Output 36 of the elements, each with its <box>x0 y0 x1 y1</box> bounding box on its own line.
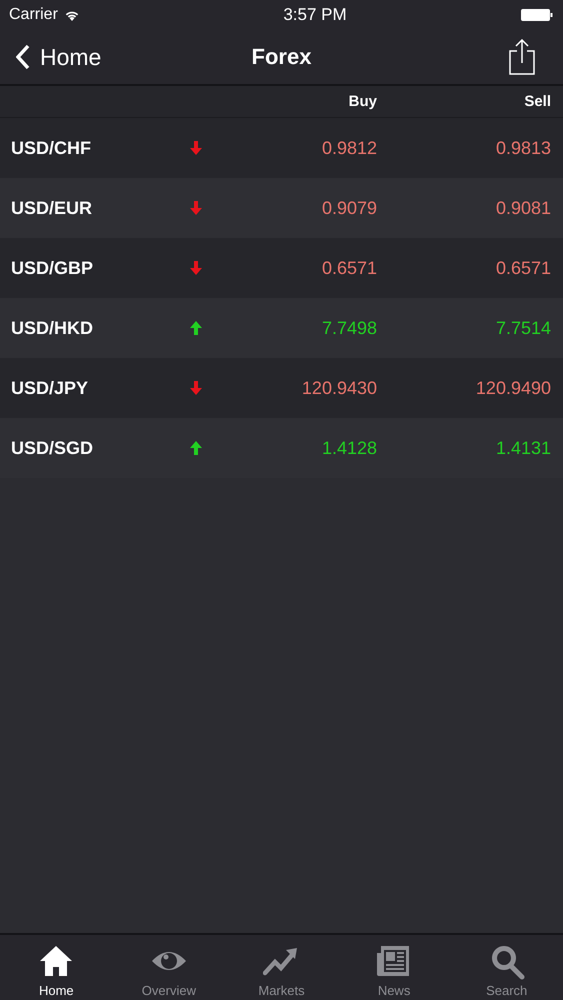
tab-item[interactable]: Home <box>0 935 113 1000</box>
currency-pair: USD/HKD <box>11 318 94 338</box>
tab-item[interactable]: Search <box>450 935 563 1000</box>
sell-price: 7.7514 <box>494 318 551 338</box>
tab-item[interactable]: Markets <box>225 935 338 1000</box>
battery-icon <box>521 8 553 22</box>
status-time: 3:57 PM <box>283 5 347 25</box>
wifi-icon <box>64 9 80 21</box>
back-button[interactable]: Home <box>16 44 136 70</box>
buy-price: 7.7498 <box>320 318 377 338</box>
share-icon[interactable] <box>508 39 536 75</box>
sell-price: 0.6571 <box>494 258 551 278</box>
currency-pair: USD/CHF <box>11 138 92 158</box>
sell-price: 120.9490 <box>474 378 551 398</box>
currency-pair: USD/JPY <box>11 378 90 398</box>
sell-price: 1.4131 <box>494 438 551 458</box>
buy-price: 0.6571 <box>320 258 377 278</box>
buy-price: 1.4128 <box>320 438 377 458</box>
currency-pair: USD/SGD <box>11 438 94 458</box>
buy-price: 120.9430 <box>300 378 377 398</box>
sell-price: 0.9813 <box>494 138 551 158</box>
screen-title: Forex <box>252 44 312 70</box>
tab-item[interactable]: News <box>338 935 450 1000</box>
buy-price: 0.9812 <box>320 138 377 158</box>
column-header: Sell <box>523 93 551 110</box>
buy-price: 0.9079 <box>320 198 377 218</box>
tab-item[interactable]: Overview <box>112 935 226 1000</box>
forex-row[interactable]: USD/GBP 0.6571 0.6571 <box>0 238 563 298</box>
back-chevron-icon <box>16 44 30 70</box>
column-header: Buy <box>348 93 377 110</box>
forex-row[interactable]: USD/JPY 120.9430 120.9490 <box>0 358 563 418</box>
currency-pair: USD/GBP <box>11 258 94 278</box>
carrier-label: Carrier <box>9 6 58 24</box>
currency-pair: USD/EUR <box>11 198 94 218</box>
forex-row[interactable]: USD/CHF 0.9812 0.9813 <box>0 118 563 178</box>
sell-price: 0.9081 <box>494 198 551 218</box>
